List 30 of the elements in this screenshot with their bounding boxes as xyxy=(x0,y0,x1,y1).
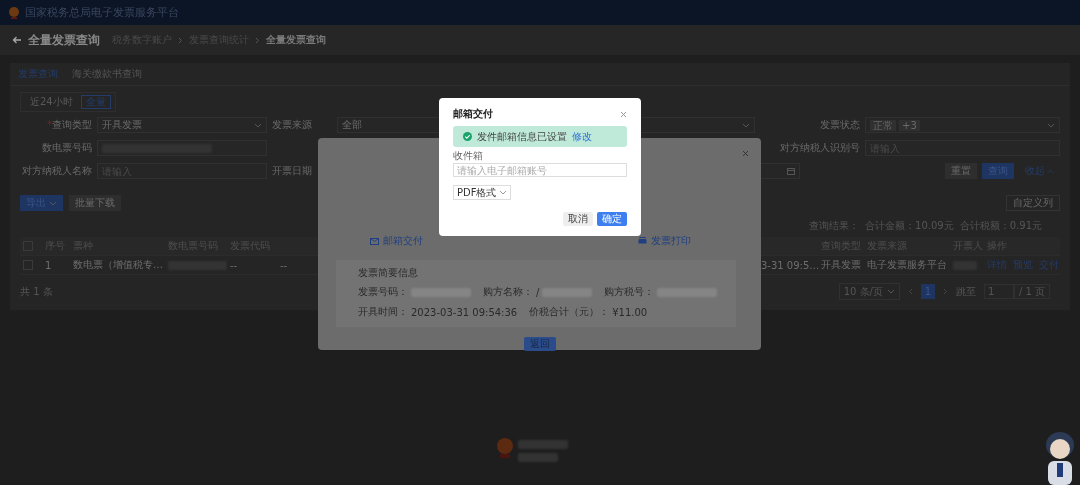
table-cell: 数电票（增值税专… xyxy=(73,258,163,272)
confirm-button[interactable]: 确定 xyxy=(597,212,627,226)
cancel-button[interactable]: 取消 xyxy=(563,212,593,226)
field-label: 购方名称： xyxy=(483,285,533,299)
field-label: 发票号码： xyxy=(358,285,408,299)
breadcrumb-link[interactable]: 全量发票查询 xyxy=(266,33,326,47)
field-label: 收件箱 xyxy=(453,149,484,163)
tag: +3 xyxy=(899,119,920,131)
email-delivery-button[interactable]: 邮箱交付 xyxy=(370,234,423,248)
table-cell: -- xyxy=(230,259,238,271)
field-label: 数电票号码 xyxy=(41,141,92,155)
table-cell: -- xyxy=(280,259,288,271)
field-value: 2023-03-31 09:54:36 xyxy=(411,306,518,318)
field-label: 发票状态 xyxy=(819,118,860,132)
table-cell: 1 xyxy=(45,259,52,271)
print-button[interactable]: 发票打印 xyxy=(638,234,691,248)
field-value: ¥11.00 xyxy=(612,306,648,318)
table-cell: 3-31 09:5… xyxy=(761,259,818,271)
edit-link[interactable]: 修改 xyxy=(572,129,592,144)
dialog-title: 邮箱交付 xyxy=(453,107,493,121)
table-cell: 电子发票服务平台 xyxy=(867,258,947,272)
page-title: 全量发票查询 xyxy=(28,31,100,49)
field-value: / xyxy=(536,286,540,298)
custom-columns-button[interactable]: 自定义列 xyxy=(1006,195,1060,211)
field-label: 购方税号： xyxy=(604,285,655,299)
format-select[interactable]: PDF格式 xyxy=(453,185,511,200)
collapse-link[interactable]: 收起 xyxy=(1019,163,1060,179)
field-label: 价税合计（元）： xyxy=(529,305,610,319)
alert-message: 发件邮箱信息已设置 xyxy=(477,129,567,144)
email-input-field[interactable]: 请输入电子邮箱账号 xyxy=(453,163,627,177)
